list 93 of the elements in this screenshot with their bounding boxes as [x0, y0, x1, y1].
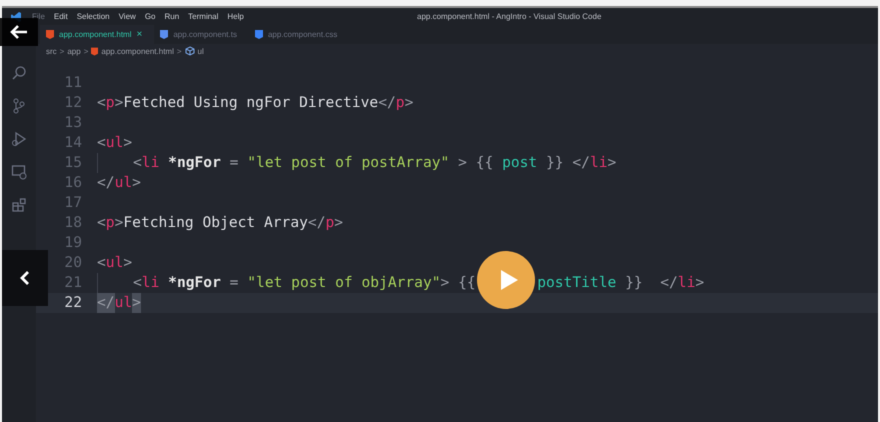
close-tab-button[interactable]: × [136, 29, 142, 40]
remote-explorer-icon[interactable] [11, 164, 27, 180]
line-number: 12 [63, 93, 83, 113]
code-punctuation: < [97, 93, 106, 113]
line-number: 17 [63, 193, 83, 213]
file-type-icon [160, 30, 168, 39]
code-punctuation: > {{ [457, 153, 494, 173]
line-number: 11 [63, 73, 83, 93]
code-text: Fetching Object Array [123, 213, 308, 233]
code-punctuation: > [608, 153, 616, 173]
tag-name: ul [106, 133, 124, 153]
tag-name: p [325, 213, 334, 233]
code-punctuation: > [123, 133, 132, 153]
code-punctuation: </ [308, 213, 326, 233]
line-number: 16 [63, 173, 83, 193]
menu-item[interactable]: Go [144, 12, 156, 21]
code-punctuation: = [228, 273, 240, 293]
code-punctuation: > [404, 93, 414, 113]
menu-item[interactable]: Run [164, 12, 180, 21]
file-type-icon [46, 30, 54, 39]
line-number: 18 [63, 213, 83, 233]
tab-label: app.component.html [59, 30, 132, 39]
previous-button[interactable] [2, 250, 48, 306]
code-punctuation: </ [378, 93, 396, 113]
tag-name: li [142, 273, 160, 293]
matched-bracket: </ [97, 293, 115, 313]
interpolation: postTitle [537, 273, 616, 293]
html-file-icon [91, 46, 98, 56]
editor-tab[interactable]: app.component.html × [40, 25, 154, 44]
back-arrow-icon [10, 25, 28, 39]
tag-name: p [106, 93, 115, 113]
tag-name: li [678, 273, 696, 293]
menu-item[interactable]: Selection [76, 12, 110, 21]
attribute-name: *ngFor [167, 153, 221, 173]
breadcrumb-item[interactable]: app [67, 46, 81, 56]
breadcrumb-separator: > [84, 46, 88, 56]
code-punctuation: < [133, 153, 142, 173]
code-text: Fetched Using ngFor Directive [123, 93, 378, 113]
code-punctuation: > [132, 173, 141, 193]
interpolation: post [502, 153, 538, 173]
tag-name: ul [106, 253, 124, 273]
line-number: 22 [63, 293, 83, 313]
line-number: 14 [63, 133, 83, 153]
string-literal: "let post of objArray" [247, 273, 441, 293]
run-debug-icon[interactable] [11, 131, 27, 147]
line-number: 15 [63, 153, 83, 173]
tag-name: ul [114, 173, 132, 193]
code-punctuation: > {{ [440, 273, 476, 293]
menu-item[interactable]: View [118, 12, 136, 21]
code-punctuation: < [133, 273, 142, 293]
code-punctuation: > [114, 213, 124, 233]
menu-item[interactable]: Terminal [188, 12, 218, 21]
menu-item[interactable]: Edit [54, 12, 68, 21]
code-punctuation: < [97, 253, 106, 273]
tag-name: li [142, 153, 160, 173]
extensions-icon[interactable] [11, 197, 27, 213]
breadcrumb-separator: > [60, 46, 64, 56]
search-icon[interactable] [11, 65, 27, 81]
matched-bracket: > [132, 293, 141, 313]
code-punctuation: </ [97, 173, 115, 193]
chevron-left-icon [20, 270, 30, 286]
play-icon [498, 269, 518, 291]
code-punctuation: > [334, 213, 344, 233]
breadcrumb-item[interactable]: app.component.html [101, 46, 174, 56]
code-punctuation: > [695, 273, 704, 293]
breadcrumb-separator: > [176, 46, 182, 56]
menu-item[interactable]: Help [227, 12, 244, 21]
back-button[interactable] [0, 18, 38, 46]
code-punctuation: < [97, 213, 106, 233]
file-type-icon [254, 30, 263, 39]
window-title: app.component.html - AngIntro - Visual Studio Code [417, 12, 602, 21]
breadcrumb-item[interactable]: ul [198, 46, 204, 56]
cube-icon [184, 46, 195, 56]
line-number: 20 [63, 253, 83, 273]
code-punctuation: < [97, 133, 106, 153]
code-punctuation: = [228, 153, 240, 173]
tag-name: li [590, 153, 608, 173]
line-number: 19 [63, 233, 83, 253]
code-punctuation: > [123, 253, 132, 273]
line-number: 13 [63, 113, 83, 133]
tag-name: ul [114, 293, 132, 313]
tag-name: p [396, 93, 405, 113]
string-literal: "let post of postArray" [247, 153, 450, 173]
breadcrumb-item[interactable]: src [46, 46, 57, 56]
code-punctuation: }} </ [624, 273, 678, 293]
tag-name: p [106, 213, 115, 233]
attribute-name: *ngFor [167, 273, 221, 293]
code-punctuation: > [114, 93, 124, 113]
line-number: 21 [63, 273, 83, 293]
source-control-icon[interactable] [11, 98, 27, 114]
tab-label: app.component.ts [173, 30, 237, 39]
tab-label: app.component.css [268, 30, 338, 39]
code-punctuation: }} </ [545, 153, 590, 173]
